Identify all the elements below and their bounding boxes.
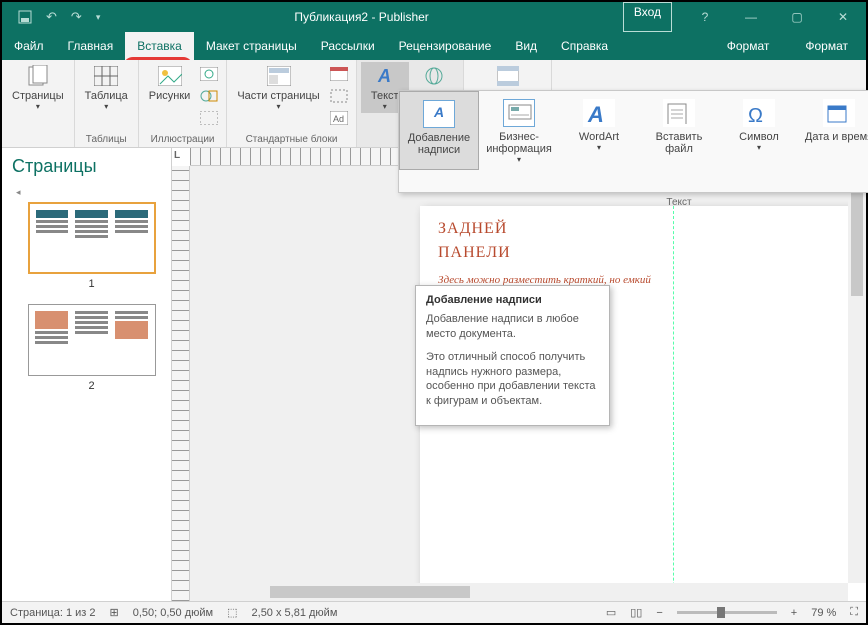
tab-help[interactable]: Справка (549, 32, 620, 60)
svg-text:Ω: Ω (748, 105, 763, 124)
size-icon: ⬚ (227, 606, 237, 619)
shapes-icon[interactable] (198, 86, 220, 106)
file-icon (663, 99, 695, 127)
tab-layout[interactable]: Макет страницы (194, 32, 309, 60)
window-title: Публикация2 - Publisher (100, 10, 623, 24)
insertfile-option[interactable]: Вставить файл (639, 91, 719, 170)
addtext-option[interactable]: A Добавление надписи (399, 91, 479, 170)
titlebar: ↶ ↷ ▾ Публикация2 - Publisher Вход ? — ▢… (2, 2, 866, 32)
wordart-icon: A (583, 99, 615, 127)
pictures-button[interactable]: Рисунки (143, 62, 197, 104)
scrollbar-vertical[interactable] (848, 166, 866, 583)
thumb-label-1: 1 (12, 278, 171, 290)
ruler-corner: L (174, 150, 180, 161)
position-icon: ⊞ (110, 606, 119, 619)
undo-icon[interactable]: ↶ (46, 9, 57, 25)
placeholder-icon[interactable] (198, 108, 220, 128)
zoom-slider[interactable] (677, 611, 777, 614)
svg-text:A: A (587, 102, 604, 124)
thumb-label-2: 2 (12, 380, 171, 392)
maximize-icon[interactable]: ▢ (774, 2, 820, 32)
datetime-icon (823, 99, 855, 127)
scrollbar-horizontal[interactable] (190, 583, 848, 601)
table-button[interactable]: Таблица▾ (79, 62, 134, 113)
pages-button[interactable]: Страницы▾ (6, 62, 70, 113)
calendar-icon[interactable] (328, 64, 350, 84)
tab-view[interactable]: Вид (503, 32, 549, 60)
wordart-option[interactable]: AWordArt▾ (559, 91, 639, 170)
tab-review[interactable]: Рецензирование (387, 32, 504, 60)
tab-home[interactable]: Главная (56, 32, 126, 60)
svg-text:Ad: Ad (333, 114, 344, 124)
symbol-icon: Ω (743, 99, 775, 127)
quick-access-toolbar: ↶ ↷ ▾ (2, 9, 100, 25)
zoom-out-icon[interactable]: − (656, 607, 662, 619)
text-group-label: Текст (666, 197, 691, 208)
ribbon-group-blocks: Части страницы▾ Ad Стандартные блоки (227, 60, 356, 147)
minimize-icon[interactable]: — (728, 2, 774, 32)
tooltip-line1: Добавление надписи в любое место докумен… (426, 312, 599, 342)
pages-panel-title: Страницы (12, 156, 171, 177)
login-button[interactable]: Вход (623, 2, 672, 32)
page-thumb-1[interactable] (28, 202, 156, 274)
bizinfo-icon (503, 99, 535, 127)
ribbon-group-tables: Таблица▾ Таблицы (75, 60, 139, 147)
zoom-in-icon[interactable]: + (791, 607, 797, 619)
symbol-option[interactable]: ΩСимвол▾ (719, 91, 799, 170)
ribbon-group-illustrations: Рисунки Иллюстрации (139, 60, 228, 147)
zoom-value[interactable]: 79 % (811, 607, 836, 619)
online-pictures-icon[interactable] (198, 64, 220, 84)
save-icon[interactable] (18, 10, 32, 24)
fit-icon[interactable]: ⛶ (850, 606, 858, 619)
datetime-option[interactable]: Дата и время (799, 91, 868, 170)
page-column-2 (674, 206, 848, 601)
statusbar: Страница: 1 из 2 ⊞ 0,50; 0,50 дюйм ⬚ 2,5… (2, 601, 866, 623)
page-thumb-2[interactable] (28, 304, 156, 376)
help-icon[interactable]: ? (682, 2, 728, 32)
ruler-vertical[interactable] (172, 166, 190, 601)
close-icon[interactable]: ✕ (820, 2, 866, 32)
tab-context-format2[interactable]: Формат (787, 32, 866, 60)
border-icon[interactable] (328, 86, 350, 106)
tab-insert[interactable]: Вставка (125, 32, 194, 60)
pages-panel: Страницы ◂ 1 2 (2, 148, 172, 601)
status-page[interactable]: Страница: 1 из 2 (10, 607, 96, 619)
tab-mailings[interactable]: Рассылки (309, 32, 387, 60)
status-position: 0,50; 0,50 дюйм (133, 607, 213, 619)
tooltip: Добавление надписи Добавление надписи в … (415, 285, 610, 426)
view-single-icon[interactable]: ▭ (606, 606, 616, 619)
tooltip-line2: Это отличный способ получить надпись нуж… (426, 350, 599, 409)
pageparts-button[interactable]: Части страницы▾ (231, 62, 325, 113)
redo-icon[interactable]: ↷ (71, 9, 82, 25)
textbox-icon: A (423, 100, 455, 128)
bizinfo-option[interactable]: Бизнес-информация▾ (479, 91, 559, 170)
tooltip-title: Добавление надписи (426, 294, 599, 306)
window-controls: Вход ? — ▢ ✕ (623, 2, 866, 32)
ad-icon[interactable]: Ad (328, 108, 350, 128)
tab-file[interactable]: Файл (2, 32, 56, 60)
tab-context-format1[interactable]: Формат (709, 32, 788, 60)
ribbon-group-pages: Страницы▾ (2, 60, 75, 147)
text-dropdown: A Добавление надписи Бизнес-информация▾ … (398, 90, 868, 193)
menubar: Файл Главная Вставка Макет страницы Расс… (2, 32, 866, 60)
status-size: 2,50 x 5,81 дюйм (252, 607, 338, 619)
view-spread-icon[interactable]: ▯▯ (630, 606, 642, 619)
svg-text:A: A (377, 66, 391, 86)
